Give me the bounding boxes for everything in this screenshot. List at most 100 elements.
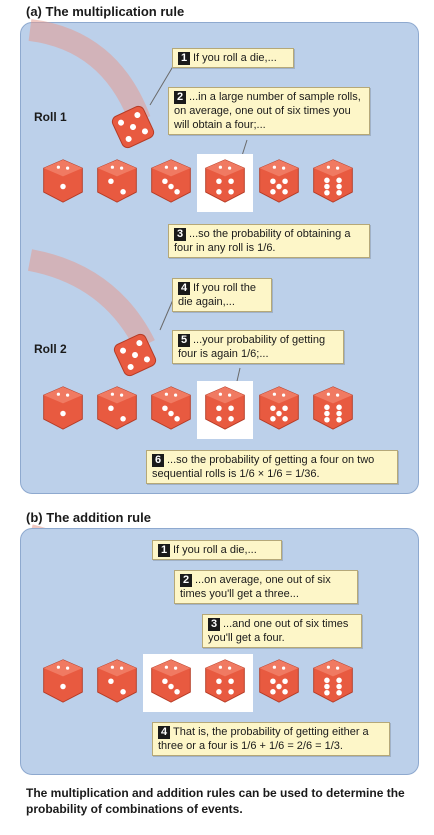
die-face-2: [97, 159, 137, 203]
die-pip: [270, 178, 276, 185]
die-pip: [272, 165, 277, 169]
die-pip: [162, 178, 168, 185]
die-pip: [60, 410, 66, 417]
callout-text: ...on average, one out of six times you'…: [180, 574, 331, 600]
figure-caption: The multiplication and addition rules ca…: [26, 786, 405, 816]
die-face-4: [205, 386, 245, 430]
die-pip: [216, 405, 222, 412]
die-pip: [56, 392, 61, 396]
callout-a3: 3 ...so the probability of obtaining a fo…: [168, 224, 370, 258]
die-pip: [218, 665, 223, 669]
die-pip: [110, 665, 115, 669]
die-pip: [218, 392, 223, 396]
step-number: 1: [178, 52, 190, 65]
die-pip: [60, 683, 66, 690]
die-pip: [276, 410, 282, 417]
callout-a2: 2 ...in a large number of sample rolls, o…: [168, 87, 370, 135]
die-pip: [227, 666, 232, 670]
die-face-3: [151, 386, 191, 430]
die-face-6: [313, 659, 353, 703]
die-pip: [65, 393, 70, 397]
die-pip: [119, 666, 124, 670]
die-pip: [324, 677, 330, 684]
callout-text: ...so the probability of obtaining a fou…: [174, 228, 351, 254]
die-pip: [270, 678, 276, 685]
die-pip: [174, 189, 180, 195]
die-pip: [228, 405, 234, 412]
tumbling-die-roll1: [108, 102, 158, 157]
step-number: 4: [178, 282, 190, 295]
die-pip: [270, 405, 276, 412]
die-pip: [168, 410, 174, 417]
die-face-1: [43, 659, 83, 703]
die-pip: [228, 416, 234, 422]
callout-b3: 3 ...and one out of six times you'll get …: [202, 614, 362, 648]
die-pip: [164, 392, 169, 396]
die-pip: [324, 416, 330, 423]
die-pip: [162, 678, 168, 685]
die-pip: [336, 683, 342, 690]
die-pip: [56, 165, 61, 169]
die-pip: [174, 689, 180, 695]
die-pip: [168, 683, 174, 690]
die-pip: [216, 189, 222, 195]
die-pip: [164, 165, 169, 169]
die-pip: [108, 405, 114, 412]
die-pip: [272, 665, 277, 669]
die-pip: [227, 393, 232, 397]
die-pip: [228, 689, 234, 695]
die-pip: [282, 405, 288, 412]
die-pip: [228, 189, 234, 195]
die-pip: [65, 666, 70, 670]
die-pip: [168, 183, 174, 190]
die-pip: [336, 177, 342, 184]
die-pip: [336, 410, 342, 417]
die-icon: [111, 105, 155, 149]
step-number: 4: [158, 726, 170, 739]
callout-text: If you roll a die,...: [193, 52, 277, 64]
die-pip: [120, 689, 126, 695]
die-pip: [110, 165, 115, 169]
die-pip: [108, 678, 114, 685]
die-face-1: [43, 386, 83, 430]
die-face-4: [205, 159, 245, 203]
die-pip: [336, 689, 342, 696]
die-face-6: [313, 386, 353, 430]
die-pip: [216, 689, 222, 695]
die-pip: [336, 677, 342, 684]
die-face-2: [97, 659, 137, 703]
die-pip: [282, 189, 288, 195]
die-pip: [276, 683, 282, 690]
step-number: 2: [180, 574, 192, 587]
die-pip: [282, 689, 288, 695]
die-pip: [281, 166, 286, 170]
die-pip: [270, 689, 276, 695]
die-pip: [216, 678, 222, 685]
die-pip: [216, 178, 222, 185]
die-pip: [272, 392, 277, 396]
dice-row-addition: [0, 654, 434, 718]
die-pip: [326, 392, 331, 396]
die-pip: [336, 183, 342, 190]
die-pip: [60, 183, 66, 190]
callout-text: ...so the probability of getting a four …: [152, 454, 375, 480]
die-pip: [282, 678, 288, 685]
step-number: 5: [178, 334, 190, 347]
callout-a4: 4 If you roll the die again,...: [172, 278, 272, 312]
die-face-6: [313, 159, 353, 203]
die-pip: [324, 177, 330, 184]
die-pip: [120, 416, 126, 422]
die-pip: [336, 189, 342, 196]
die-face-5: [259, 159, 299, 203]
callout-b1: 1 If you roll a die,...: [152, 540, 282, 560]
die-pip: [173, 166, 178, 170]
die-pip: [276, 183, 282, 190]
die-pip: [216, 416, 222, 422]
roll1-label: Roll 1: [34, 110, 67, 124]
die-pip: [326, 165, 331, 169]
die-pip: [119, 166, 124, 170]
die-pip: [324, 689, 330, 696]
die-pip: [336, 416, 342, 423]
die-pip: [281, 666, 286, 670]
die-pip: [324, 683, 330, 690]
